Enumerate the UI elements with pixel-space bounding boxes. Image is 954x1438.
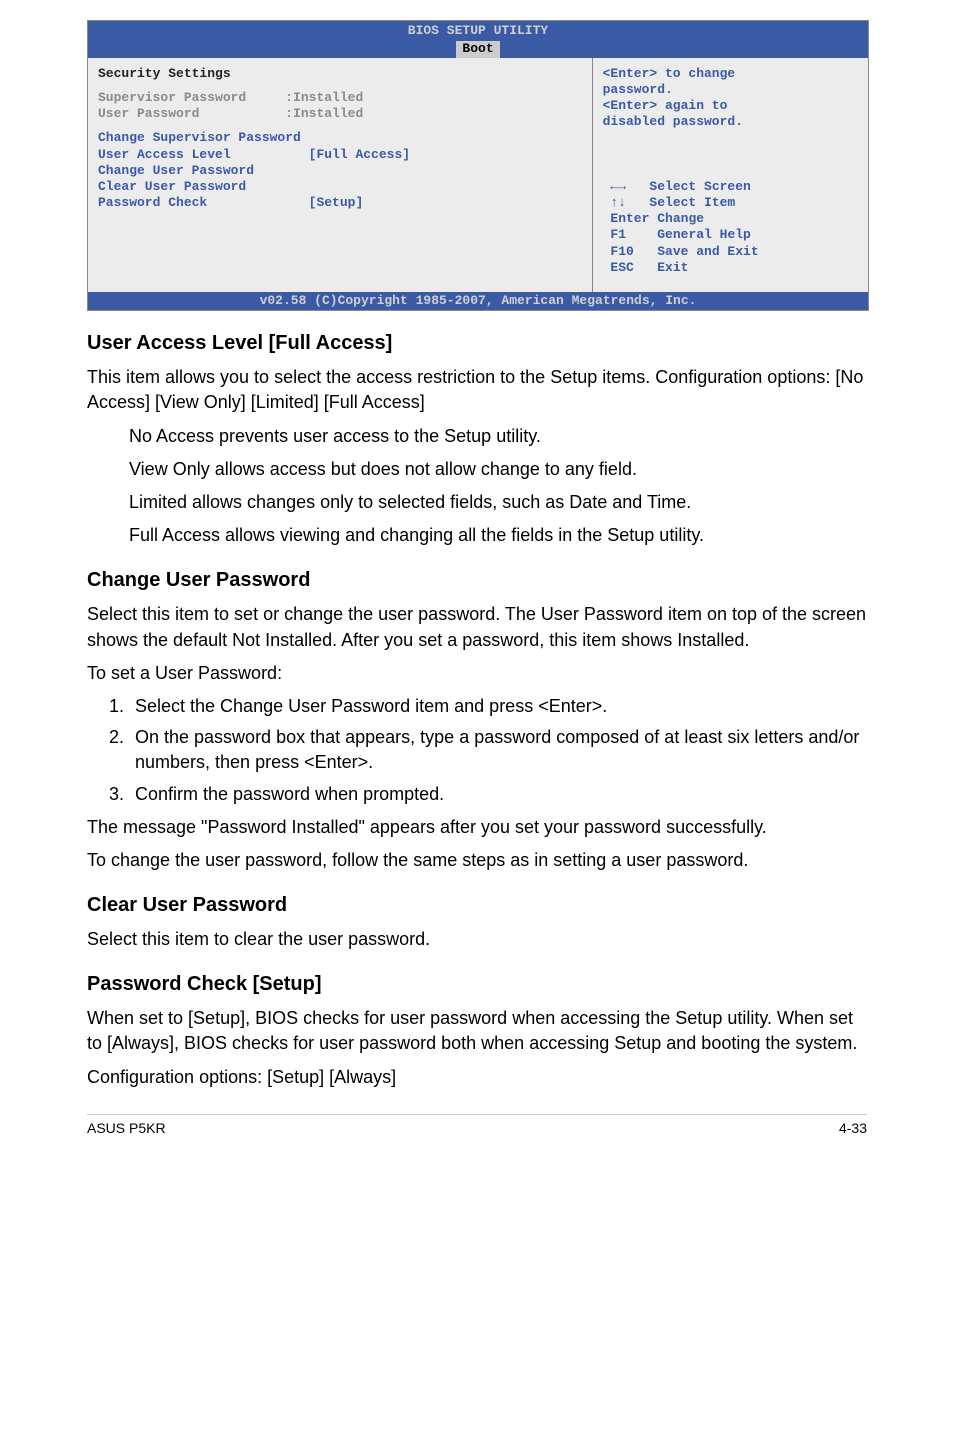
footer-right: 4-33 [839, 1119, 867, 1139]
bios-nav-row: ESC Exit [603, 260, 899, 276]
paragraph: Select this item to set or change the us… [87, 602, 867, 652]
bios-item: User Access Level [Full Access] [98, 147, 582, 163]
list-item: No Access prevents user access to the Se… [129, 424, 867, 449]
bios-item: Change Supervisor Password [98, 130, 582, 146]
arrows-lr-icon: ←→ [610, 179, 626, 194]
bios-item: Password Check [Setup] [98, 195, 582, 211]
bios-header: BIOS SETUP UTILITY Boot [88, 21, 868, 58]
bios-nav-row: ←→ Select Screen [603, 179, 899, 195]
bios-title: BIOS SETUP UTILITY [88, 23, 868, 39]
list-item: View Only allows access but does not all… [129, 457, 867, 482]
bios-nav-row: ↑↓ Select Item [603, 195, 899, 211]
bios-help-text: password. [603, 82, 899, 98]
bios-nav-row: F10 Save and Exit [603, 244, 899, 260]
page-footer: ASUS P5KR 4-33 [87, 1114, 867, 1139]
paragraph: The message "Password Installed" appears… [87, 815, 867, 840]
heading-password-check: Password Check [Setup] [87, 970, 867, 998]
paragraph: Select this item to clear the user passw… [87, 927, 867, 952]
paragraph: When set to [Setup], BIOS checks for use… [87, 1006, 867, 1056]
paragraph: To set a User Password: [87, 661, 867, 686]
arrows-ud-icon: ↑↓ [610, 195, 626, 210]
paragraph: This item allows you to select the acces… [87, 365, 867, 415]
bios-nav-row: Enter Change [603, 211, 899, 227]
heading-clear-user-password: Clear User Password [87, 891, 867, 919]
list-item: Confirm the password when prompted. [129, 782, 867, 807]
paragraph: To change the user password, follow the … [87, 848, 867, 873]
bios-nav-row: F1 General Help [603, 227, 899, 243]
bios-status-row: Supervisor Password :Installed [98, 90, 582, 106]
heading-user-access-level: User Access Level [Full Access] [87, 329, 867, 357]
bios-right-pane: <Enter> to change password. <Enter> agai… [593, 58, 909, 293]
bios-item: Change User Password [98, 163, 582, 179]
bios-help-text: disabled password. [603, 114, 899, 130]
paragraph: Configuration options: [Setup] [Always] [87, 1065, 867, 1090]
bios-status-row: User Password :Installed [98, 106, 582, 122]
bios-left-pane: Security Settings Supervisor Password :I… [88, 58, 593, 293]
bios-footer: v02.58 (C)Copyright 1985-2007, American … [88, 292, 868, 310]
list-item: On the password box that appears, type a… [129, 725, 867, 775]
bios-help-text: <Enter> to change [603, 66, 899, 82]
ordered-list: Select the Change User Password item and… [87, 694, 867, 807]
bios-help-text: <Enter> again to [603, 98, 899, 114]
list-item: Full Access allows viewing and changing … [129, 523, 867, 548]
bios-item: Clear User Password [98, 179, 582, 195]
bios-section-title: Security Settings [98, 66, 582, 82]
list-item: Limited allows changes only to selected … [129, 490, 867, 515]
footer-left: ASUS P5KR [87, 1119, 166, 1139]
bios-screenshot: BIOS SETUP UTILITY Boot Security Setting… [87, 20, 869, 311]
list-item: Select the Change User Password item and… [129, 694, 867, 719]
bios-tab-boot: Boot [456, 41, 499, 57]
heading-change-user-password: Change User Password [87, 566, 867, 594]
